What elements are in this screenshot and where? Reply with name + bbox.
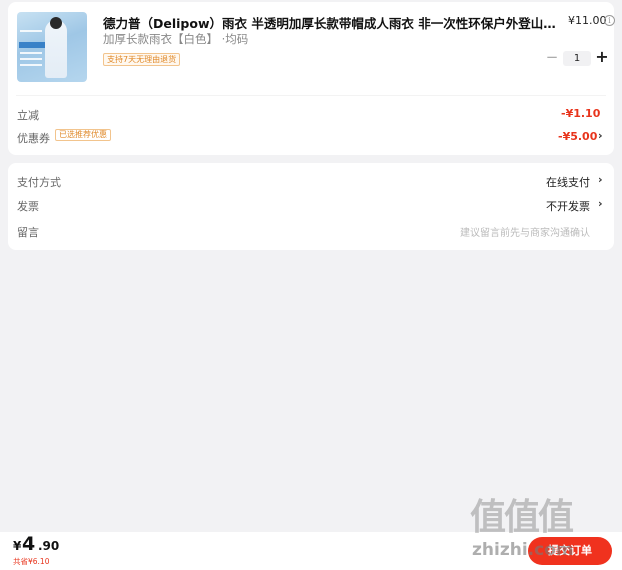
coupon-selected-badge: 已选推荐优惠 [55, 129, 111, 141]
payment-card: 支付方式 在线支付 › 发票 不开发票 › 留言 建议留言前先与商家沟通确认 [8, 163, 614, 250]
chevron-right-icon[interactable]: › [598, 173, 603, 186]
product-spec[interactable]: 加厚长款雨衣【白色】 ·均码 [103, 31, 248, 47]
chevron-right-icon[interactable]: › [598, 129, 603, 142]
chevron-right-icon[interactable]: › [598, 197, 603, 210]
quantity-minus-button[interactable]: − [545, 46, 559, 70]
return-policy-badge: 支持7天无理由退货 [103, 53, 181, 66]
instant-discount-label: 立减 [17, 109, 39, 122]
quantity-input[interactable]: 1 [563, 51, 591, 66]
quantity-plus-button[interactable]: + [594, 46, 610, 70]
total-saved: 共省¥6.10 [13, 557, 50, 566]
thumbnail-text-line [20, 52, 42, 54]
invoice-value[interactable]: 不开发票 [546, 198, 590, 214]
thumbnail-badge [19, 42, 45, 48]
thumbnail-model-head [50, 17, 62, 29]
thumbnail-text-line [20, 30, 42, 32]
payment-method-label: 支付方式 [17, 176, 61, 189]
product-thumbnail[interactable] [17, 12, 87, 82]
coupon-value[interactable]: -¥5.00 [558, 130, 597, 143]
total-amount-decimal: .90 [38, 539, 60, 553]
checkout-bar: ¥ 4 .90 共省¥6.10 提交订单 [0, 532, 622, 570]
note-label: 留言 [17, 226, 39, 239]
divider [16, 95, 606, 96]
product-card: 德力普（Delipow）雨衣 半透明加厚长款带帽成人雨衣 非一次性环保户外登山徒… [8, 2, 615, 155]
instant-discount-value: -¥1.10 [561, 107, 601, 120]
coupon-label: 优惠券 [17, 132, 50, 145]
info-icon[interactable]: i [604, 15, 615, 26]
thumbnail-text-line [20, 58, 42, 60]
total-currency: ¥ [13, 539, 22, 553]
thumbnail-text-line [20, 64, 42, 66]
payment-method-value[interactable]: 在线支付 [546, 174, 590, 190]
note-input[interactable]: 建议留言前先与商家沟通确认 [460, 224, 590, 239]
submit-order-button[interactable]: 提交订单 [528, 537, 612, 565]
product-price: ¥11.00 [568, 14, 607, 27]
product-title[interactable]: 德力普（Delipow）雨衣 半透明加厚长款带帽成人雨衣 非一次性环保户外登山徒… [103, 13, 558, 32]
invoice-label: 发票 [17, 200, 39, 213]
total-amount-integer: 4 [22, 533, 36, 555]
